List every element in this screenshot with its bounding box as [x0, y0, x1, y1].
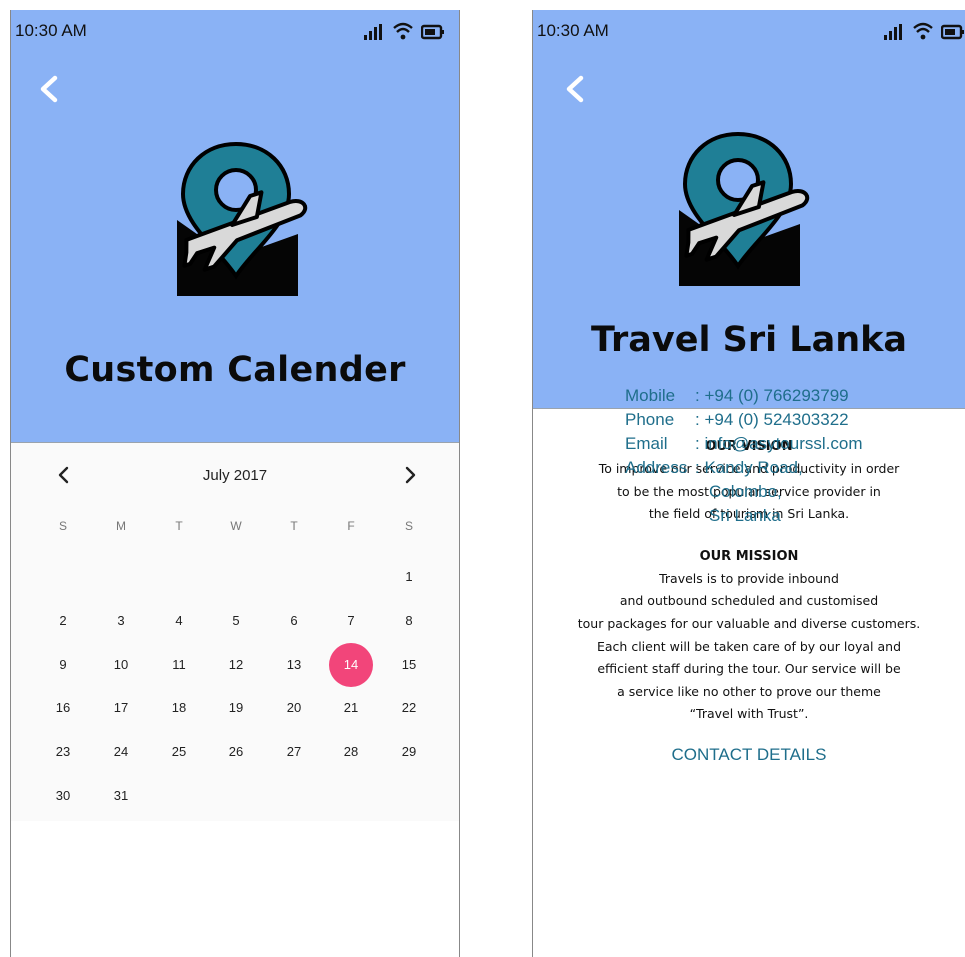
calendar-day[interactable]: 11 — [157, 643, 201, 687]
text-line: Each client will be taken care of by our… — [597, 638, 901, 654]
contact-value: Sri Lanka — [709, 506, 781, 525]
calendar-day[interactable]: 12 — [214, 643, 258, 687]
signal-icon — [884, 24, 902, 40]
calendar-day[interactable]: 23 — [41, 730, 85, 774]
calendar-widget: July 2017 SMTWTFS 1 2 3 4 5 6 7 8 9 10 11 12 13 14 15 1… — [11, 443, 459, 821]
contact-details: Mobile : +94 (0) 766293799 Phone : +94 (0) … — [625, 384, 862, 528]
battery-icon — [941, 24, 964, 40]
calendar-day[interactable]: 1 — [387, 555, 431, 599]
calendar-day[interactable]: 18 — [157, 686, 201, 730]
contact-row: Phone : +94 (0) 524303322 — [625, 408, 862, 432]
calendar-day[interactable]: 10 — [99, 643, 143, 687]
text-line: a service like no other to prove our the… — [617, 683, 881, 699]
calendar-day[interactable]: 17 — [99, 686, 143, 730]
calendar-day[interactable]: 4 — [157, 599, 201, 643]
contact-value: Colombo, — [709, 482, 782, 501]
calendar-day[interactable]: 21 — [329, 686, 373, 730]
wifi-icon — [393, 22, 413, 40]
calendar-day[interactable]: 3 — [99, 599, 143, 643]
text-line: Travels is to provide inbound — [659, 570, 839, 586]
calendar-day[interactable]: 7 — [329, 599, 373, 643]
chevron-left-icon[interactable] — [559, 72, 593, 106]
about-header: 10:30 AM Travel Sri Lanka — [533, 10, 965, 409]
contact-row: Address : Kandy Road, — [625, 456, 862, 480]
calendar-day[interactable]: 15 — [387, 643, 431, 687]
status-icons — [363, 22, 445, 40]
text-line: “Travel with Trust”. — [689, 706, 809, 722]
contact-label: Mobile — [625, 386, 676, 405]
mission-heading: OUR MISSION — [699, 548, 799, 564]
contact-label: Email — [625, 434, 668, 453]
weekday-label: S — [404, 519, 413, 533]
contact-label: Address — [625, 458, 688, 477]
status-time: 10:30 AM — [537, 21, 609, 40]
calendar-day[interactable]: 19 — [214, 686, 258, 730]
contact-heading: CONTACT DETAILS — [671, 744, 827, 764]
calendar-day[interactable]: 29 — [387, 730, 431, 774]
signal-icon — [364, 24, 382, 40]
calendar-day[interactable]: 22 — [387, 686, 431, 730]
calendar-day[interactable]: 24 — [99, 730, 143, 774]
calendar-day[interactable]: 28 — [329, 730, 373, 774]
calendar-day-selected[interactable]: 14 — [329, 643, 373, 687]
calendar-day[interactable]: 2 — [41, 599, 85, 643]
calendar-day[interactable]: 20 — [272, 686, 316, 730]
contact-row: Mobile : +94 (0) 766293799 — [625, 384, 862, 408]
calendar-header: 10:30 AM Custom Calender — [11, 10, 459, 443]
weekday-label: M — [116, 519, 126, 533]
status-icons — [883, 22, 965, 40]
calendar-day[interactable]: 26 — [214, 730, 258, 774]
calendar-day[interactable]: 6 — [272, 599, 316, 643]
weekday-label: F — [347, 519, 355, 533]
calendar-day[interactable]: 5 — [214, 599, 258, 643]
page-title: Travel Sri Lanka — [590, 320, 908, 360]
contact-value: : Kandy Road, — [695, 458, 803, 477]
mission-text: Travels is to provide inbound and outboun… — [533, 568, 965, 726]
chevron-right-icon[interactable] — [401, 465, 419, 485]
contact-row: Sri Lanka — [625, 504, 862, 528]
weekday-label: W — [230, 519, 242, 533]
page-title: Custom Calender — [64, 350, 406, 390]
calendar-day[interactable]: 27 — [272, 730, 316, 774]
contact-value[interactable]: : info@asytourssl.com — [695, 432, 862, 456]
contact-row: Email : info@asytourssl.com — [625, 432, 862, 456]
plane-map-pin-logo — [161, 138, 311, 296]
calendar-nav: July 2017 — [11, 461, 459, 491]
battery-icon — [421, 24, 444, 40]
weekday-label: S — [58, 519, 67, 533]
calendar-day[interactable]: 16 — [41, 686, 85, 730]
calendar-day[interactable]: 30 — [41, 774, 85, 818]
calendar-day[interactable]: 8 — [387, 599, 431, 643]
wifi-icon — [913, 22, 933, 40]
chevron-left-icon[interactable] — [33, 72, 67, 106]
text-line: efficient staff during the tour. Our ser… — [597, 661, 901, 677]
text-line: tour packages for our valuable and diver… — [577, 615, 921, 631]
calendar-month-label: July 2017 — [202, 467, 268, 484]
contact-label: Phone — [625, 410, 675, 429]
contact-label — [625, 504, 695, 528]
contact-row: Colombo, — [625, 480, 862, 504]
contact-value[interactable]: : +94 (0) 524303322 — [695, 408, 849, 432]
weekday-header-row: SMTWTFS — [11, 519, 459, 539]
calendar-screen: 10:30 AM Custom Calender July 2017 S M T… — [10, 10, 460, 957]
contact-label — [625, 480, 695, 504]
weekday-label: T — [175, 519, 183, 533]
about-screen: 10:30 AM Travel Sri Lanka OUR VISION To … — [532, 10, 965, 957]
text-line: and outbound scheduled and customised — [619, 593, 879, 609]
calendar-day[interactable]: 13 — [272, 643, 316, 687]
weekday-label: T — [290, 519, 298, 533]
status-time: 10:30 AM — [15, 21, 87, 40]
calendar-day[interactable]: 25 — [157, 730, 201, 774]
contact-value[interactable]: : +94 (0) 766293799 — [695, 384, 849, 408]
calendar-day[interactable]: 31 — [99, 774, 143, 818]
calendar-day[interactable]: 9 — [41, 643, 85, 687]
plane-map-pin-logo — [663, 128, 813, 286]
